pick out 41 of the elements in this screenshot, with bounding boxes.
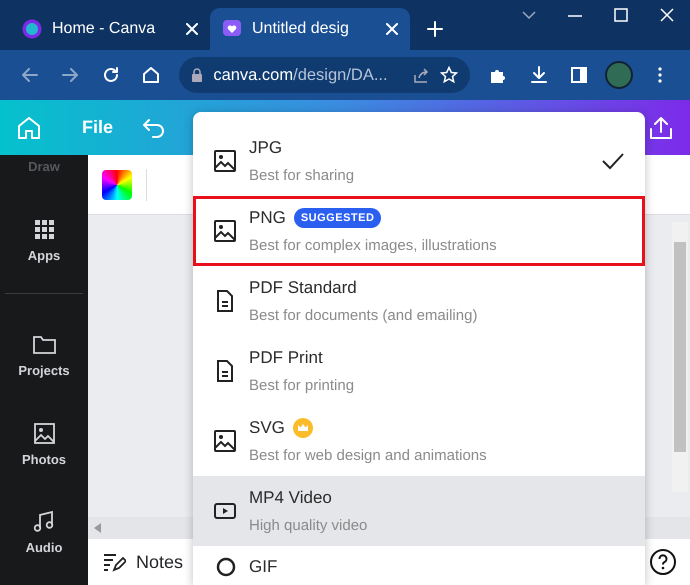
home-icon[interactable] — [141, 65, 162, 85]
logo-icon — [22, 19, 42, 39]
image-icon — [213, 219, 237, 243]
image-icon — [213, 149, 237, 173]
browser-tab[interactable]: Home - Canva — [10, 8, 210, 50]
suggested-badge: SUGGESTED — [294, 208, 382, 228]
image-icon — [213, 429, 237, 453]
address-bar[interactable]: canva.com/design/DA... — [179, 57, 470, 93]
sidebar-item[interactable]: Audio — [26, 509, 62, 558]
help-icon[interactable] — [649, 548, 677, 576]
url-text[interactable]: canva.com/design/DA... — [213, 62, 402, 88]
lock-icon — [191, 68, 204, 82]
menu-option[interactable]: MP4 Video High quality video — [193, 476, 645, 546]
menu-option[interactable]: JPG Best for sharing — [193, 126, 645, 196]
back-icon[interactable] — [20, 65, 40, 85]
scrollbar[interactable] — [672, 222, 688, 492]
download-icon[interactable] — [528, 65, 549, 85]
sidebar-icon[interactable] — [569, 65, 590, 85]
star-icon[interactable] — [440, 66, 458, 84]
menu-option[interactable]: SVG Best for web design and animations — [193, 406, 645, 476]
share-icon[interactable] — [412, 66, 430, 84]
close-icon[interactable] — [386, 23, 398, 35]
forward-icon[interactable] — [60, 65, 80, 85]
close-icon[interactable] — [660, 8, 674, 22]
sidebar-item[interactable]: Apps — [28, 216, 60, 265]
notes-icon[interactable] — [102, 551, 126, 573]
menu-option[interactable]: PDF Standard Best for documents (and emailing) — [193, 266, 645, 336]
close-icon[interactable] — [186, 23, 198, 35]
sidebar-item[interactable]: Photos — [22, 420, 66, 469]
menu-option[interactable]: PDF Print Best for printing — [193, 336, 645, 406]
browser-tab[interactable]: Untitled desig — [210, 8, 410, 50]
maximize-icon[interactable] — [614, 8, 628, 22]
menu-option[interactable]: GIF — [193, 546, 645, 585]
color-picker[interactable] — [102, 170, 132, 200]
new-tab-icon[interactable] — [426, 20, 444, 38]
menu-option[interactable]: PNG SUGGESTED Best for complex images, illustrations — [193, 196, 645, 266]
image-icon — [32, 420, 56, 446]
avatar[interactable] — [605, 61, 634, 89]
notes-button[interactable]: Notes — [136, 548, 184, 576]
sidebar-item[interactable]: Projects — [18, 332, 70, 380]
upload-icon[interactable] — [648, 114, 674, 140]
